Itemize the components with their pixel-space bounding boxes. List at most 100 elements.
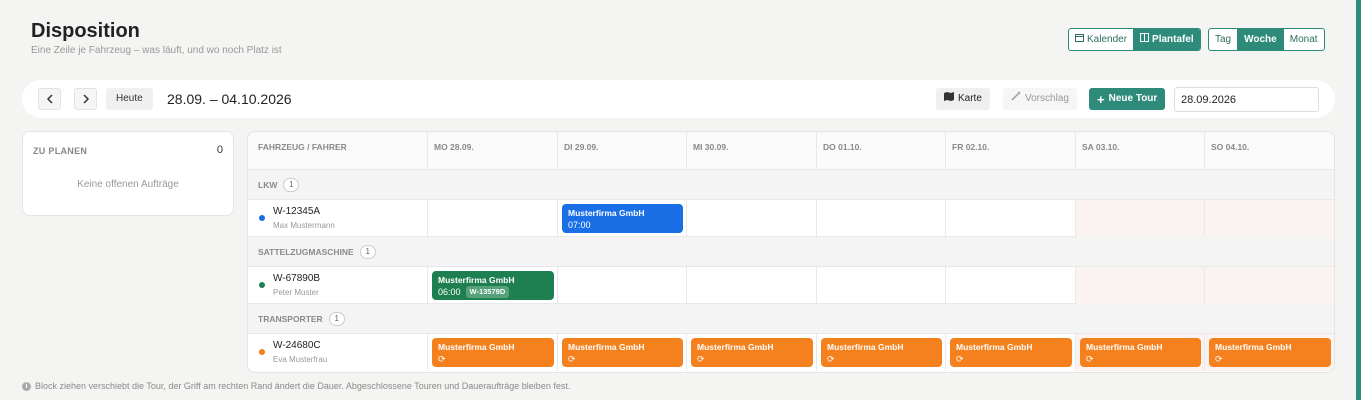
recurring-icon: ⟳: [1086, 354, 1094, 364]
range-day-button[interactable]: Tag: [1209, 29, 1237, 50]
plus-icon: +: [1097, 91, 1105, 107]
tour-block[interactable]: Musterfirma GmbH ⟳: [1209, 338, 1331, 367]
new-tour-button[interactable]: + Neue Tour: [1089, 88, 1166, 110]
group-row: LKW 1: [248, 170, 1334, 200]
prev-week-button[interactable]: [38, 88, 61, 110]
help-footer: i Block ziehen verschiebt die Tour, der …: [22, 381, 570, 391]
vehicle-cell: W-12345A Max Mustermann: [248, 200, 428, 237]
range-week-button[interactable]: Woche: [1237, 29, 1283, 50]
day-header: MI 30.09.: [687, 132, 817, 170]
recurring-icon: ⟳: [827, 354, 835, 364]
to-plan-empty-message: Keine offenen Aufträge: [77, 179, 179, 190]
vehicle-driver: Peter Muster: [273, 288, 319, 297]
day-cell[interactable]: [687, 267, 817, 304]
group-count-badge: 1: [283, 177, 300, 192]
vehicle-color-dot: [259, 215, 265, 221]
day-cell[interactable]: [1205, 200, 1334, 237]
group-row: SATTELZUGMASCHINE 1: [248, 237, 1334, 267]
group-row: TRANSPORTER 1: [248, 304, 1334, 334]
vehicle-color-dot: [259, 349, 265, 355]
vehicle-cell: W-67890B Peter Muster: [248, 267, 428, 304]
vehicle-id: W-12345A: [273, 206, 321, 217]
range-month-button[interactable]: Monat: [1282, 29, 1324, 50]
info-icon: i: [22, 381, 31, 391]
page-title: Disposition: [31, 20, 140, 42]
tour-company: Musterfirma GmbH: [438, 342, 515, 352]
day-cell[interactable]: [428, 200, 558, 237]
trailer-tag: W-13579D: [465, 286, 510, 298]
day-header: DO 01.10.: [817, 132, 946, 170]
board-icon: [1140, 29, 1150, 50]
to-plan-heading: ZU PLANEN: [33, 146, 88, 156]
suggest-button[interactable]: Vorschlag: [1003, 88, 1077, 110]
vehicle-driver: Max Mustermann: [273, 221, 335, 230]
map-button[interactable]: Karte: [936, 88, 990, 110]
to-plan-panel: ZU PLANEN 0 Keine offenen Aufträge: [22, 131, 234, 216]
page-subtitle: Eine Zeile je Fahrzeug – was läuft, und …: [31, 45, 282, 56]
day-cell[interactable]: [687, 200, 817, 237]
tour-company: Musterfirma GmbH: [1215, 342, 1292, 352]
calendar-icon: [1075, 29, 1084, 50]
day-cell[interactable]: [1205, 267, 1334, 304]
tour-company: Musterfirma GmbH: [827, 342, 904, 352]
vehicle-column-header: FAHRZEUG / FAHRER: [248, 132, 428, 170]
vehicle-cell: W-24680C Eva Musterfrau: [248, 334, 428, 371]
recurring-icon: ⟳: [956, 354, 964, 364]
recurring-icon: ⟳: [438, 354, 446, 364]
chevron-left-icon: [46, 92, 54, 107]
next-week-button[interactable]: [74, 88, 97, 110]
recurring-icon: ⟳: [697, 354, 705, 364]
chevron-right-icon: [82, 92, 90, 107]
today-button[interactable]: Heute: [106, 88, 153, 110]
tour-company: Musterfirma GmbH: [568, 208, 645, 218]
day-cell[interactable]: [946, 200, 1076, 237]
tour-block[interactable]: Musterfirma GmbH 07:00: [562, 204, 683, 233]
tour-block[interactable]: Musterfirma GmbH ⟳: [1080, 338, 1201, 367]
day-cell[interactable]: [817, 267, 946, 304]
group-name: LKW: [258, 179, 278, 190]
day-cell[interactable]: [946, 267, 1076, 304]
day-header: SA 03.10.: [1076, 132, 1205, 170]
window-edge: [1356, 0, 1361, 400]
day-header: FR 02.10.: [946, 132, 1076, 170]
vehicle-color-dot: [259, 282, 265, 288]
new-tour-label: Neue Tour: [1108, 93, 1158, 104]
view-calendar-button[interactable]: Kalender: [1069, 29, 1133, 50]
vehicle-driver: Eva Musterfrau: [273, 355, 328, 364]
tour-block[interactable]: Musterfirma GmbH ⟳: [691, 338, 813, 367]
vehicle-row: W-12345A Max Mustermann Musterfirma GmbH…: [248, 200, 1334, 237]
day-header: MO 28.09.: [428, 132, 558, 170]
tour-block[interactable]: Musterfirma GmbH ⟳: [821, 338, 942, 367]
tour-time: 06:00: [438, 287, 461, 297]
tour-block[interactable]: Musterfirma GmbH 06:00 W-13579D: [432, 271, 554, 300]
tour-company: Musterfirma GmbH: [956, 342, 1033, 352]
vehicle-id: W-67890B: [273, 273, 321, 284]
view-plan-button[interactable]: Plantafel: [1133, 29, 1200, 50]
map-label: Karte: [958, 93, 982, 104]
view-switch: Kalender Plantafel: [1068, 28, 1201, 51]
recurring-icon: ⟳: [568, 354, 576, 364]
date-picker-input[interactable]: [1174, 87, 1319, 112]
tour-block[interactable]: Musterfirma GmbH ⟳: [432, 338, 554, 367]
tour-block[interactable]: Musterfirma GmbH ⟳: [562, 338, 683, 367]
tour-company: Musterfirma GmbH: [568, 342, 645, 352]
to-plan-count: 0: [216, 144, 223, 156]
tour-company: Musterfirma GmbH: [1086, 342, 1163, 352]
day-cell[interactable]: [817, 200, 946, 237]
tour-time: 07:00: [568, 220, 591, 230]
map-icon: [944, 88, 954, 110]
vehicle-id: W-24680C: [273, 340, 321, 351]
toolbar: Heute 28.09. – 04.10.2026 Karte Vorschla…: [22, 80, 1335, 118]
day-header: SO 04.10.: [1205, 132, 1334, 170]
group-name: SATTELZUGMASCHINE: [258, 246, 354, 257]
day-cell[interactable]: [1076, 200, 1205, 237]
date-range: 28.09. – 04.10.2026: [167, 91, 292, 107]
suggest-label: Vorschlag: [1025, 93, 1069, 104]
recurring-icon: ⟳: [1215, 354, 1223, 364]
tour-block[interactable]: Musterfirma GmbH ⟳: [950, 338, 1072, 367]
group-name: TRANSPORTER: [258, 313, 323, 324]
tour-company: Musterfirma GmbH: [697, 342, 774, 352]
day-cell[interactable]: [558, 267, 687, 304]
vehicle-row: W-67890B Peter Muster Musterfirma GmbH 0…: [248, 267, 1334, 304]
day-cell[interactable]: [1076, 267, 1205, 304]
